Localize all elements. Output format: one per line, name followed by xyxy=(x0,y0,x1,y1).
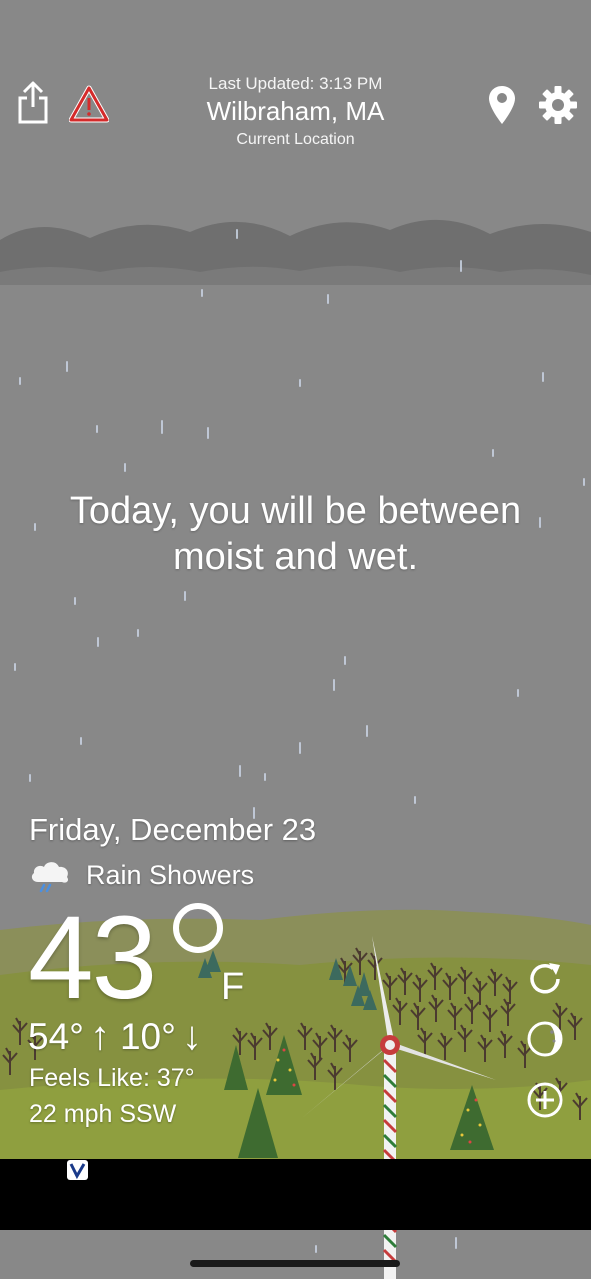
share-button[interactable] xyxy=(14,80,52,126)
current-temperature: 43 xyxy=(28,892,157,1024)
wind-text: 22 mph SSW xyxy=(29,1100,177,1128)
share-icon xyxy=(18,81,48,124)
location-label: Current Location xyxy=(236,131,355,148)
refresh-button[interactable] xyxy=(524,958,566,1000)
temperature-unit: F xyxy=(221,966,245,1008)
settings-button[interactable] xyxy=(537,84,579,126)
degree-symbol xyxy=(173,903,223,953)
home-indicator[interactable] xyxy=(190,1260,400,1267)
add-location-icon xyxy=(527,1082,563,1118)
city-name: Wilbraham, MA xyxy=(206,96,385,126)
moon-phase-icon xyxy=(527,1021,563,1057)
warning-icon xyxy=(69,85,109,123)
condition-text: Rain Showers xyxy=(86,859,255,890)
high-low-row: 54° ↑ 10° ↓ xyxy=(28,1014,212,1059)
forecast-tagline: Today, you will be between moist and wet… xyxy=(69,490,522,578)
last-updated-text: Last Updated: 3:13 PM xyxy=(208,74,383,93)
weather-alert-button[interactable] xyxy=(68,84,110,124)
low-temp: 10° xyxy=(119,1015,176,1057)
arrow-down-icon: ↓ xyxy=(181,1014,202,1058)
arrow-up-icon: ↑ xyxy=(89,1014,110,1058)
feels-like-text: Feels Like: 37° xyxy=(29,1064,195,1092)
high-temp: 54° xyxy=(28,1015,84,1057)
add-location-button[interactable] xyxy=(524,1079,566,1121)
moon-phase-button[interactable] xyxy=(524,1018,566,1060)
gear-icon xyxy=(539,86,577,124)
location-button[interactable] xyxy=(486,84,518,126)
ad-logo-icon[interactable] xyxy=(67,1160,88,1180)
ad-banner[interactable] xyxy=(0,1159,591,1230)
location-header[interactable]: Last Updated: 3:13 PM Wilbraham, MA Curr… xyxy=(150,74,441,149)
current-date: Friday, December 23 xyxy=(29,812,317,847)
refresh-icon xyxy=(530,963,560,994)
map-pin-icon xyxy=(489,86,515,124)
